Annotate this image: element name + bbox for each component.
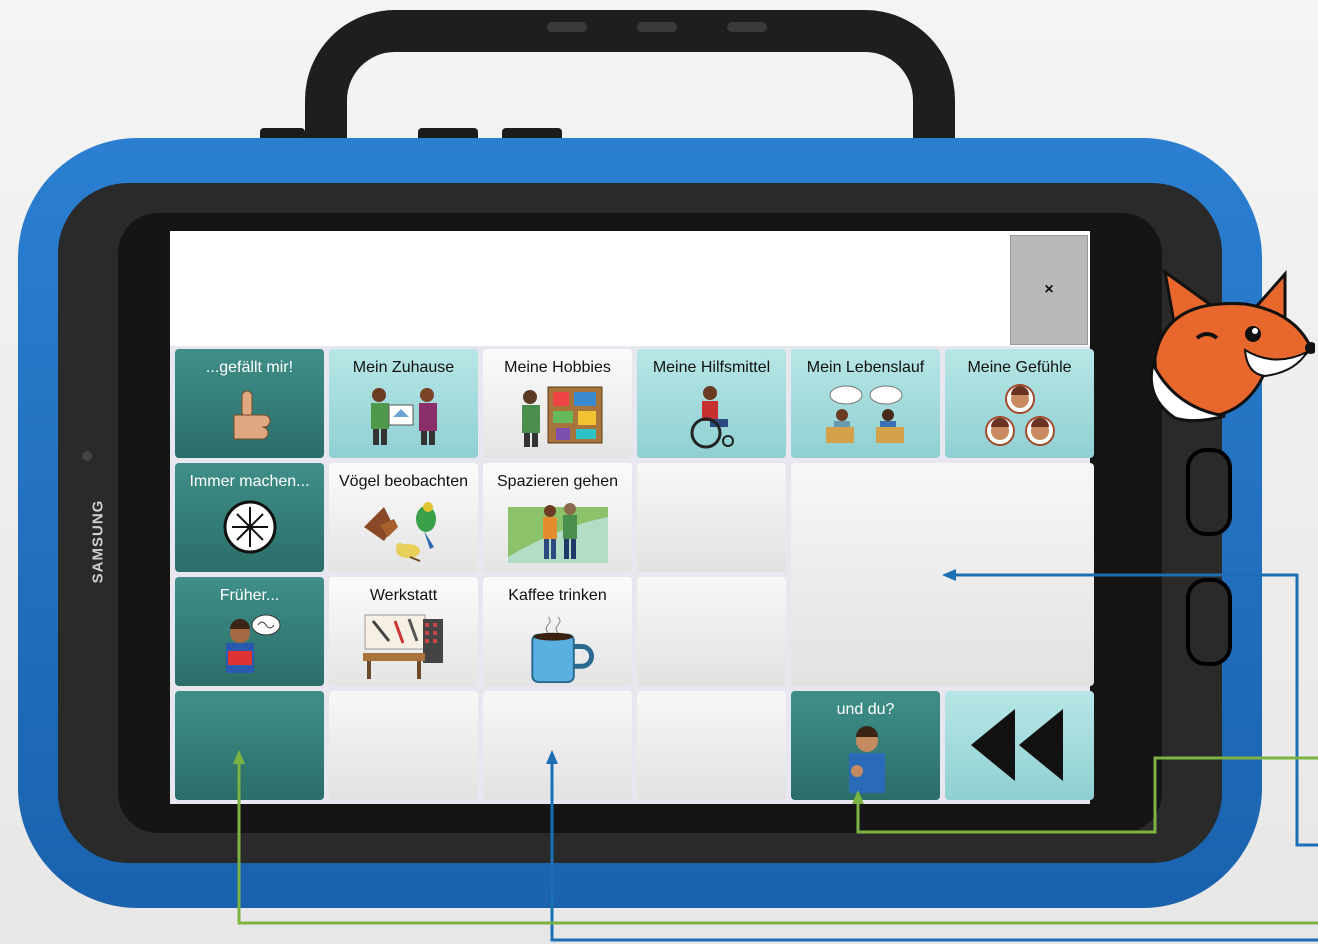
callout-arrows — [233, 569, 1318, 942]
